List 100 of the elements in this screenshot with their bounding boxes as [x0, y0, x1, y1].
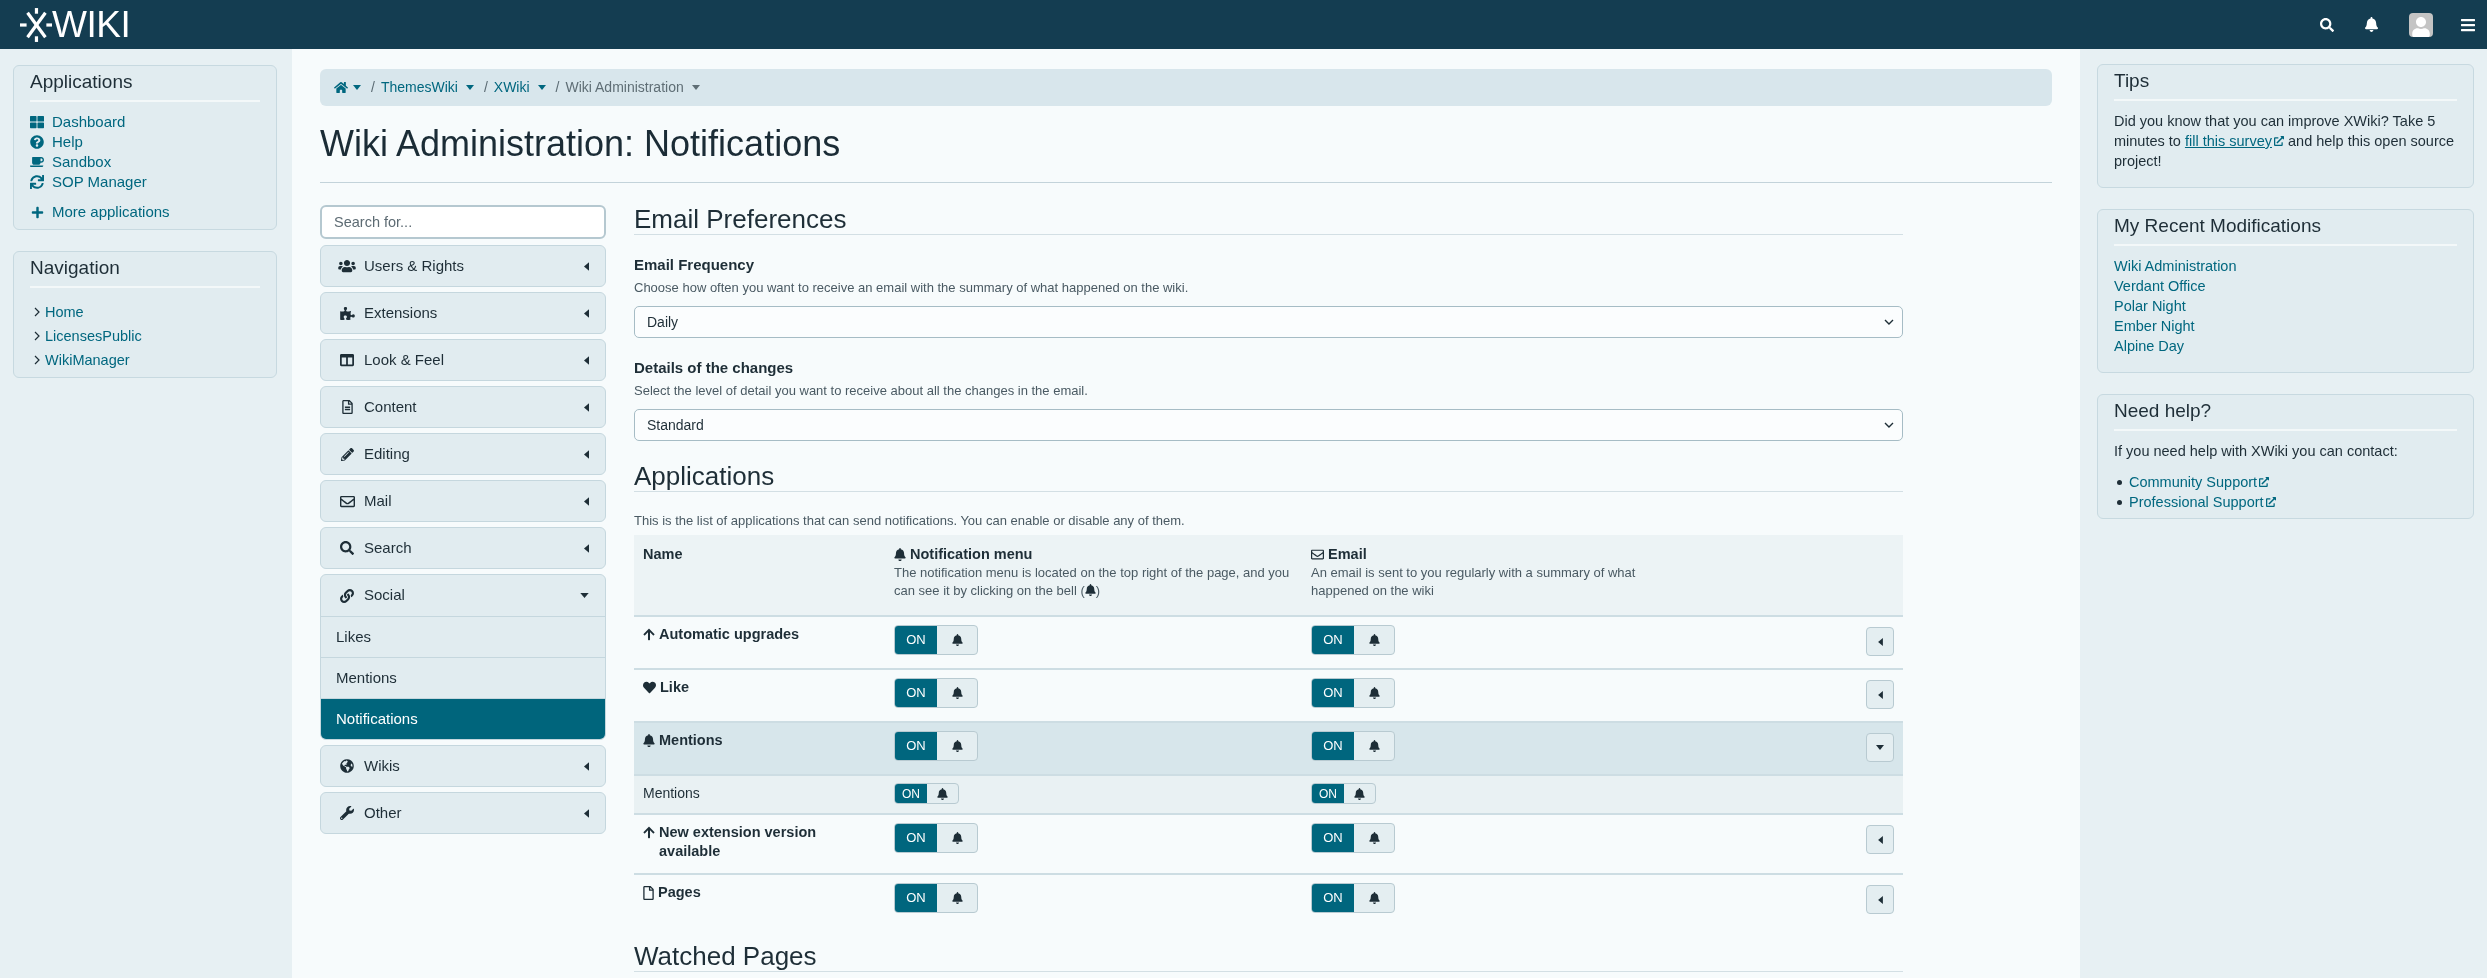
menu-icon[interactable]	[2461, 16, 2475, 33]
toggle-switch[interactable]: ON	[1311, 823, 1395, 853]
chevron-right-icon[interactable]	[34, 331, 40, 341]
field-label: Details of the changes	[634, 358, 794, 378]
column-header: Notification menu	[910, 545, 1033, 564]
expand-button[interactable]	[1866, 733, 1894, 762]
recent-page-link[interactable]: Verdant Office	[2114, 276, 2206, 296]
search-field[interactable]: Search for...	[320, 205, 606, 239]
app-link[interactable]: Dashboard	[30, 112, 126, 132]
support-link[interactable]: Community Support	[2129, 472, 2270, 492]
search-icon	[340, 541, 354, 555]
caret-down-icon[interactable]	[691, 85, 700, 90]
toggle-switch[interactable]: ON	[894, 731, 978, 761]
admin-submenu-item[interactable]: Notifications	[321, 698, 605, 739]
bell-icon	[951, 634, 963, 646]
bell-icon	[1368, 892, 1380, 904]
toggle-switch[interactable]: ON	[894, 783, 959, 804]
app-link[interactable]: SOP Manager	[30, 172, 147, 192]
admin-menu-item[interactable]: Extensions	[320, 292, 606, 334]
envelope-icon	[339, 493, 355, 509]
search-icon[interactable]	[2320, 17, 2334, 32]
toggle-switch[interactable]: ON	[894, 625, 978, 655]
users-icon	[338, 259, 356, 273]
select-field[interactable]: Standard	[634, 409, 1903, 441]
admin-menu-item[interactable]: Look & Feel	[320, 339, 606, 381]
bell-icon	[1368, 687, 1380, 699]
help-icon	[30, 135, 44, 149]
breadcrumb-separator: /	[483, 78, 488, 97]
bell-icon	[951, 832, 963, 844]
breadcrumb-link[interactable]: Wiki Administration	[565, 77, 684, 98]
caret-down-icon[interactable]	[465, 85, 474, 90]
toggle-switch[interactable]: ON	[1311, 783, 1376, 804]
globe-icon	[340, 759, 354, 773]
admin-menu-item[interactable]: Social	[321, 575, 605, 616]
app-link[interactable]: Help	[30, 132, 83, 152]
toggle-switch[interactable]: ON	[894, 883, 978, 913]
select-field[interactable]: Daily	[634, 306, 1903, 338]
toggle-switch[interactable]: ON	[894, 823, 978, 853]
column-description: The notification menu is located on the top right of the page, and you can see it by clicking on the bell ( )	[894, 564, 1291, 600]
section-description: This is the list of applications that can send notifications. You can enable or disable any of them.	[634, 512, 1185, 530]
bell-icon	[1368, 832, 1380, 844]
admin-menu-item[interactable]: Other	[320, 792, 606, 834]
admin-menu-item[interactable]: Editing	[320, 433, 606, 475]
toggle-switch[interactable]: ON	[1311, 731, 1395, 761]
bell-icon	[1354, 787, 1365, 800]
column-header: Name	[643, 545, 683, 564]
panel-title: Applications	[30, 71, 133, 93]
caret-down-icon[interactable]	[537, 85, 546, 90]
row-name: New extension version available	[659, 823, 818, 861]
survey-link[interactable]: fill this survey	[2184, 133, 2284, 149]
chevron-right-icon[interactable]	[34, 307, 40, 317]
tree-link[interactable]: WikiManager	[45, 350, 130, 370]
recent-page-link[interactable]: Ember Night	[2114, 316, 2195, 336]
panel-title: Navigation	[30, 257, 120, 279]
logo-text[interactable]: WIKI	[52, 4, 131, 45]
admin-menu-item[interactable]: Search	[320, 527, 606, 569]
column-description: An email is sent to you regularly with a summary of what happened on the wiki	[1311, 564, 1637, 600]
row-name: Mentions	[643, 784, 700, 803]
home-button[interactable]	[334, 81, 361, 94]
tree-link[interactable]: Home	[45, 302, 84, 322]
breadcrumb-separator: /	[555, 78, 560, 97]
bell-icon	[1368, 740, 1380, 752]
admin-menu-item[interactable]: Content	[320, 386, 606, 428]
row-name: Mentions	[659, 731, 723, 750]
support-link[interactable]: Professional Support	[2129, 492, 2276, 512]
caret-left-icon	[1877, 637, 1883, 646]
plus-icon	[30, 205, 44, 219]
document-icon	[341, 400, 353, 414]
recent-page-link[interactable]: Polar Night	[2114, 296, 2186, 316]
toggle-switch[interactable]: ON	[1311, 625, 1395, 655]
expand-button[interactable]	[1866, 825, 1894, 854]
toggle-switch[interactable]: ON	[1311, 678, 1395, 708]
admin-menu-item[interactable]: Users & Rights	[320, 245, 606, 287]
app-link[interactable]: Sandbox	[30, 152, 112, 172]
admin-menu-item[interactable]: Wikis	[320, 745, 606, 787]
chevron-right-icon[interactable]	[34, 355, 40, 365]
toggle-switch[interactable]: ON	[894, 678, 978, 708]
bell-icon	[1368, 634, 1380, 646]
tree-link[interactable]: LicensesPublic	[45, 326, 142, 346]
bell-icon	[1084, 584, 1096, 596]
toggle-switch[interactable]: ON	[1311, 883, 1395, 913]
recent-page-link[interactable]: Alpine Day	[2114, 336, 2185, 356]
cup-icon	[30, 156, 44, 168]
page-title: Wiki Administration: Notifications	[320, 122, 841, 166]
breadcrumb-link[interactable]: ThemesWiki	[380, 77, 458, 98]
field-label: Email Frequency	[634, 255, 755, 275]
expand-button[interactable]	[1866, 885, 1894, 914]
arrow-up-icon	[643, 628, 655, 641]
panel-title: Need help?	[2114, 400, 2212, 422]
breadcrumb-link[interactable]: XWiki	[493, 77, 530, 98]
more-applications-link[interactable]: More applications	[30, 202, 170, 222]
avatar-icon[interactable]	[2409, 12, 2433, 37]
expand-button[interactable]	[1866, 680, 1894, 709]
logo-icon[interactable]	[20, 6, 52, 43]
expand-button[interactable]	[1866, 627, 1894, 656]
bullet-icon	[2117, 479, 2122, 485]
recent-page-link[interactable]: Wiki Administration	[2114, 256, 2237, 276]
admin-menu-item[interactable]: Mail	[320, 480, 606, 522]
bell-icon[interactable]	[2365, 17, 2378, 32]
row-name: Like	[660, 678, 689, 697]
